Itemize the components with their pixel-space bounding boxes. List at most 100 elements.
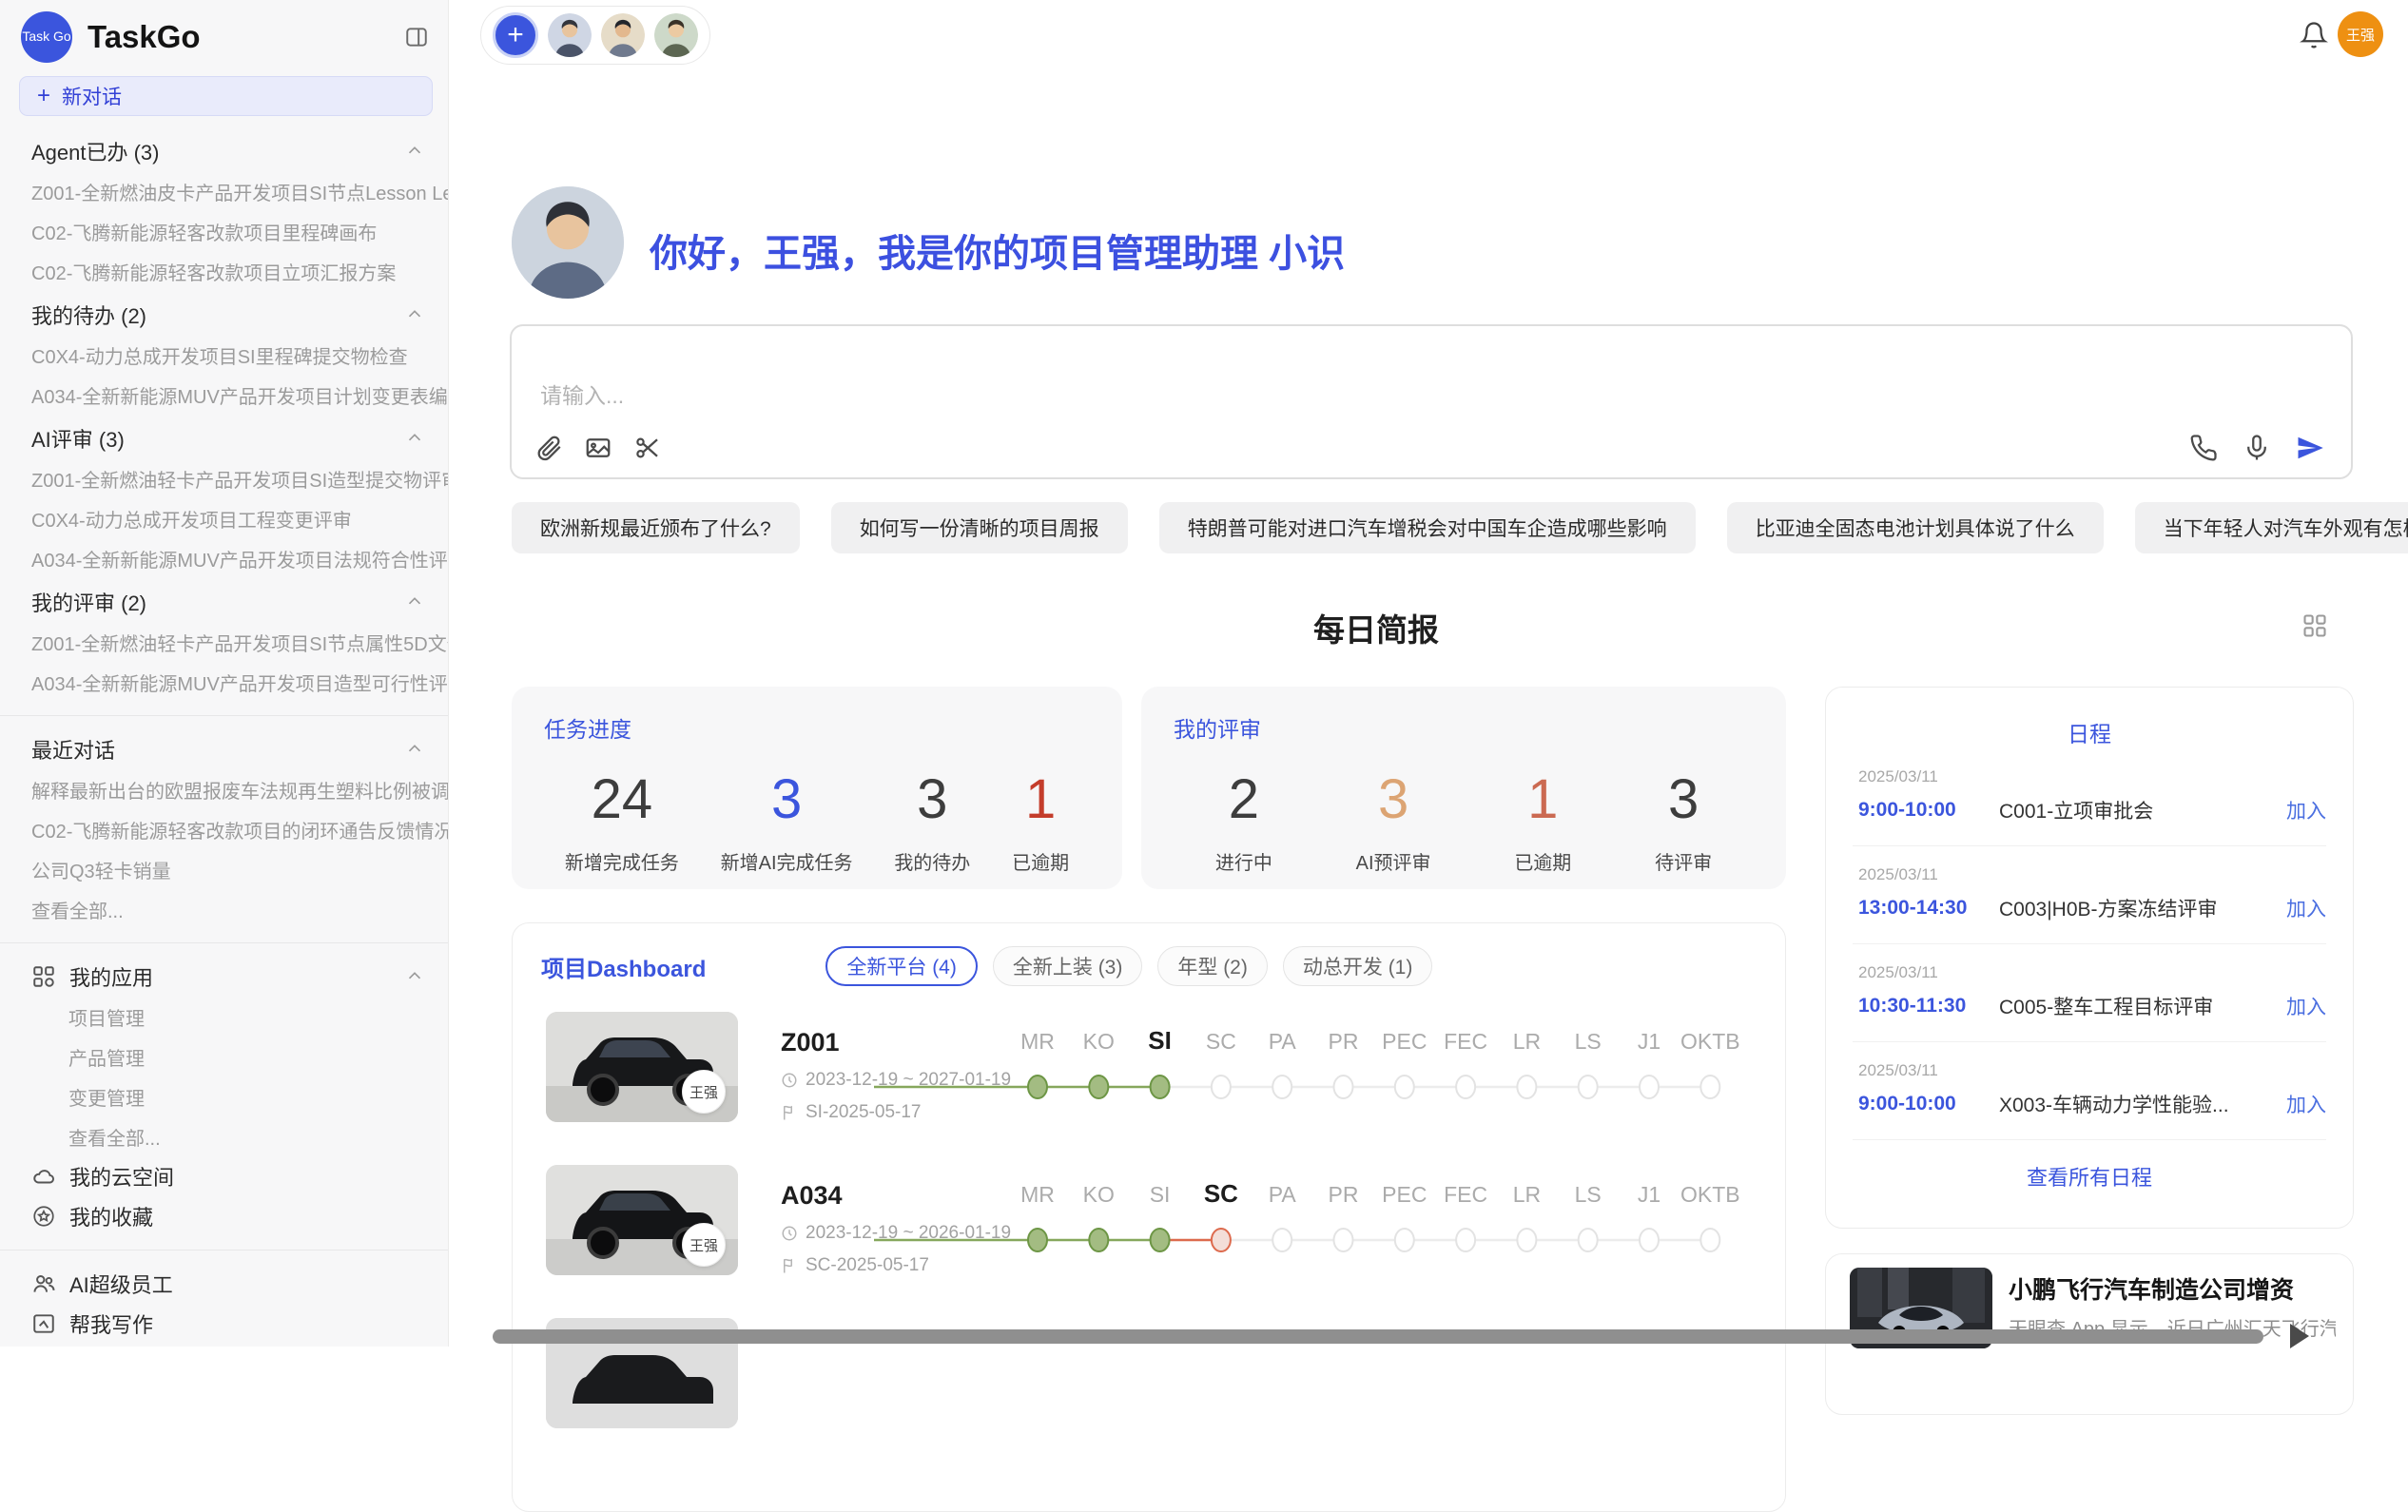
join-button[interactable]: 加入: [2286, 796, 2326, 824]
sidebar-item-label: 帮我写作: [69, 1308, 153, 1339]
stat-my-todo: 3 我的待办: [894, 768, 970, 875]
schedule-item: 2025/03/11 13:00-14:30 C003|H0B-方案冻结评审 加…: [1853, 846, 2326, 944]
sidebar-item[interactable]: C02-飞腾新能源轻客改款项目立项汇报方案: [0, 251, 448, 291]
stat-in-progress: 2 进行中: [1215, 768, 1272, 875]
tab-model-year[interactable]: 年型 (2): [1157, 946, 1268, 986]
schedule-date: 2025/03/11: [1858, 963, 2326, 982]
section-my-review[interactable]: 我的评审 (2): [0, 582, 448, 622]
svg-text:LS: LS: [1575, 1029, 1602, 1054]
join-button[interactable]: 加入: [2286, 894, 2326, 922]
sidebar-collapse-button[interactable]: [400, 21, 433, 53]
svg-text:SI: SI: [1148, 1026, 1172, 1055]
paperclip-icon[interactable]: [534, 434, 563, 462]
sidebar-item[interactable]: Z001-全新燃油皮卡产品开发项目SI节点Lesson Learn报告: [0, 171, 448, 211]
stat-review-overdue: 1 已逾期: [1514, 768, 1571, 875]
sidebar-item[interactable]: Z001-全新燃油轻卡产品开发项目SI节点属性5D文件评审: [0, 622, 448, 662]
sidebar-item[interactable]: A034-全新新能源MUV产品开发项目法规符合性评审: [0, 538, 448, 578]
sidebar-item-help-write[interactable]: 帮我写作: [0, 1304, 448, 1344]
chevron-up-icon: [404, 966, 425, 987]
svg-text:MR: MR: [1020, 1182, 1055, 1207]
suggestion-chip[interactable]: 当下年轻人对汽车外观有怎样的喜好趋势: [2135, 502, 2408, 553]
project-name: Z001: [781, 1028, 840, 1057]
phone-icon[interactable]: [2189, 434, 2218, 462]
sidebar-item[interactable]: C02-飞腾新能源轻客改款项目里程碑画布: [0, 211, 448, 251]
tab-powertrain-dev[interactable]: 动总开发 (1): [1283, 946, 1433, 986]
view-all-schedules-link[interactable]: 查看所有日程: [1853, 1161, 2326, 1192]
sidebar-item-my-apps[interactable]: 我的应用: [0, 957, 448, 997]
stat-label: 新增完成任务: [565, 847, 679, 875]
project-row-z001[interactable]: 王强 Z001 2023-12-19 ~ 2027-01-19 SI-2025-…: [513, 1007, 1786, 1160]
image-icon[interactable]: [584, 434, 612, 462]
chevron-up-icon: [404, 428, 425, 449]
stat-label: AI预评审: [1356, 847, 1431, 875]
section-agent-done[interactable]: Agent已办 (3): [0, 131, 448, 171]
app-item-product-mgmt[interactable]: 产品管理: [0, 1037, 448, 1076]
microphone-icon[interactable]: [2243, 434, 2271, 462]
apps-view-all[interactable]: 查看全部...: [0, 1116, 448, 1156]
tab-all-new-platform[interactable]: 全新平台 (4): [825, 946, 978, 986]
app-logo: Task Go: [21, 11, 72, 63]
section-title: Agent已办 (3): [31, 136, 160, 166]
project-row-a034[interactable]: 王强 A034 2023-12-19 ~ 2026-01-19 SC-2025-…: [513, 1160, 1786, 1313]
clock-icon: [781, 1072, 798, 1089]
schedule-time: 13:00-14:30: [1858, 897, 1999, 920]
suggestion-chip[interactable]: 欧洲新规最近颁布了什么?: [512, 502, 800, 553]
section-ai-review[interactable]: AI评审 (3): [0, 418, 448, 458]
section-recent-chats[interactable]: 最近对话: [0, 729, 448, 769]
user-avatar[interactable]: 王强: [2338, 11, 2383, 57]
sidebar-item[interactable]: C0X4-动力总成开发项目SI里程碑提交物检查: [0, 335, 448, 375]
app-item-project-mgmt[interactable]: 项目管理: [0, 997, 448, 1037]
tab-all-new-upfit[interactable]: 全新上装 (3): [993, 946, 1143, 986]
agent-avatar-1[interactable]: [548, 13, 592, 57]
agent-avatar-2[interactable]: [601, 13, 645, 57]
stat-overdue: 1 已逾期: [1012, 768, 1069, 875]
stat-new-done: 24 新增完成任务: [565, 768, 679, 875]
sidebar-item-ai-super-staff[interactable]: AI超级员工: [0, 1264, 448, 1304]
stat-label: 新增AI完成任务: [721, 847, 853, 875]
sidebar-item[interactable]: A034-全新新能源MUV产品开发项目造型可行性评审: [0, 662, 448, 702]
recent-chat-item[interactable]: 解释最新出台的欧盟报废车法规再生塑料比例被调至15%...: [0, 769, 448, 809]
recent-view-all[interactable]: 查看全部...: [0, 889, 448, 929]
schedule-item: 2025/03/11 9:00-10:00 C001-立项审批会 加入: [1853, 748, 2326, 846]
layout-grid-icon[interactable]: [2301, 612, 2328, 639]
svg-text:PR: PR: [1329, 1029, 1359, 1054]
sidebar-item[interactable]: A034-全新新能源MUV产品开发项目计划变更表编写: [0, 375, 448, 415]
chevron-up-icon: [404, 739, 425, 760]
sidebar-item-favorites[interactable]: 我的收藏: [0, 1196, 448, 1236]
app-item-change-mgmt[interactable]: 变更管理: [0, 1076, 448, 1116]
join-button[interactable]: 加入: [2286, 992, 2326, 1020]
section-title: 我的待办 (2): [31, 300, 146, 330]
send-icon[interactable]: [2296, 434, 2324, 462]
add-agent-button[interactable]: +: [493, 12, 538, 58]
notification-bell-icon[interactable]: [2300, 21, 2328, 49]
svg-text:J1: J1: [1638, 1182, 1660, 1207]
apps-grid-icon: [31, 964, 56, 989]
agent-avatar-3[interactable]: [654, 13, 698, 57]
new-chat-button[interactable]: + 新对话: [19, 76, 433, 116]
suggestion-chip[interactable]: 比亚迪全固态电池计划具体说了什么: [1727, 502, 2104, 553]
horizontal-scrollbar-thumb[interactable]: [493, 1329, 2263, 1344]
sidebar-item-cloud-space[interactable]: 我的云空间: [0, 1156, 448, 1196]
recent-chat-item[interactable]: C02-飞腾新能源轻客改款项目的闭环通告反馈情况: [0, 809, 448, 849]
plus-icon: +: [37, 83, 50, 109]
schedule-date: 2025/03/11: [1858, 1061, 2326, 1080]
schedule-event-title: X003-车辆动力学性能验...: [1999, 1090, 2286, 1118]
svg-text:FEC: FEC: [1444, 1182, 1487, 1207]
recent-chat-item[interactable]: 公司Q3轻卡销量: [0, 849, 448, 889]
sidebar-item-label: 我的收藏: [69, 1201, 153, 1231]
section-my-todo[interactable]: 我的待办 (2): [0, 295, 448, 335]
scissors-icon[interactable]: [633, 434, 662, 462]
schedule-event-title: C003|H0B-方案冻结评审: [1999, 894, 2286, 922]
chat-input[interactable]: 请输入...: [510, 324, 2353, 479]
svg-text:SC: SC: [1204, 1179, 1238, 1208]
join-button[interactable]: 加入: [2286, 1090, 2326, 1118]
next-arrow-icon[interactable]: [2290, 1324, 2309, 1348]
divider: [0, 715, 448, 716]
svg-text:PEC: PEC: [1382, 1182, 1427, 1207]
suggestion-chip[interactable]: 特朗普可能对进口汽车增税会对中国车企造成哪些影响: [1159, 502, 1696, 553]
sidebar-item[interactable]: Z001-全新燃油轻卡产品开发项目SI造型提交物评审: [0, 458, 448, 498]
suggestion-chip[interactable]: 如何写一份清晰的项目周报: [831, 502, 1128, 553]
sidebar-item[interactable]: C0X4-动力总成开发项目工程变更评审: [0, 498, 448, 538]
sidebar-item-label: 我的云空间: [69, 1161, 174, 1192]
svg-text:OKTB: OKTB: [1680, 1029, 1740, 1054]
